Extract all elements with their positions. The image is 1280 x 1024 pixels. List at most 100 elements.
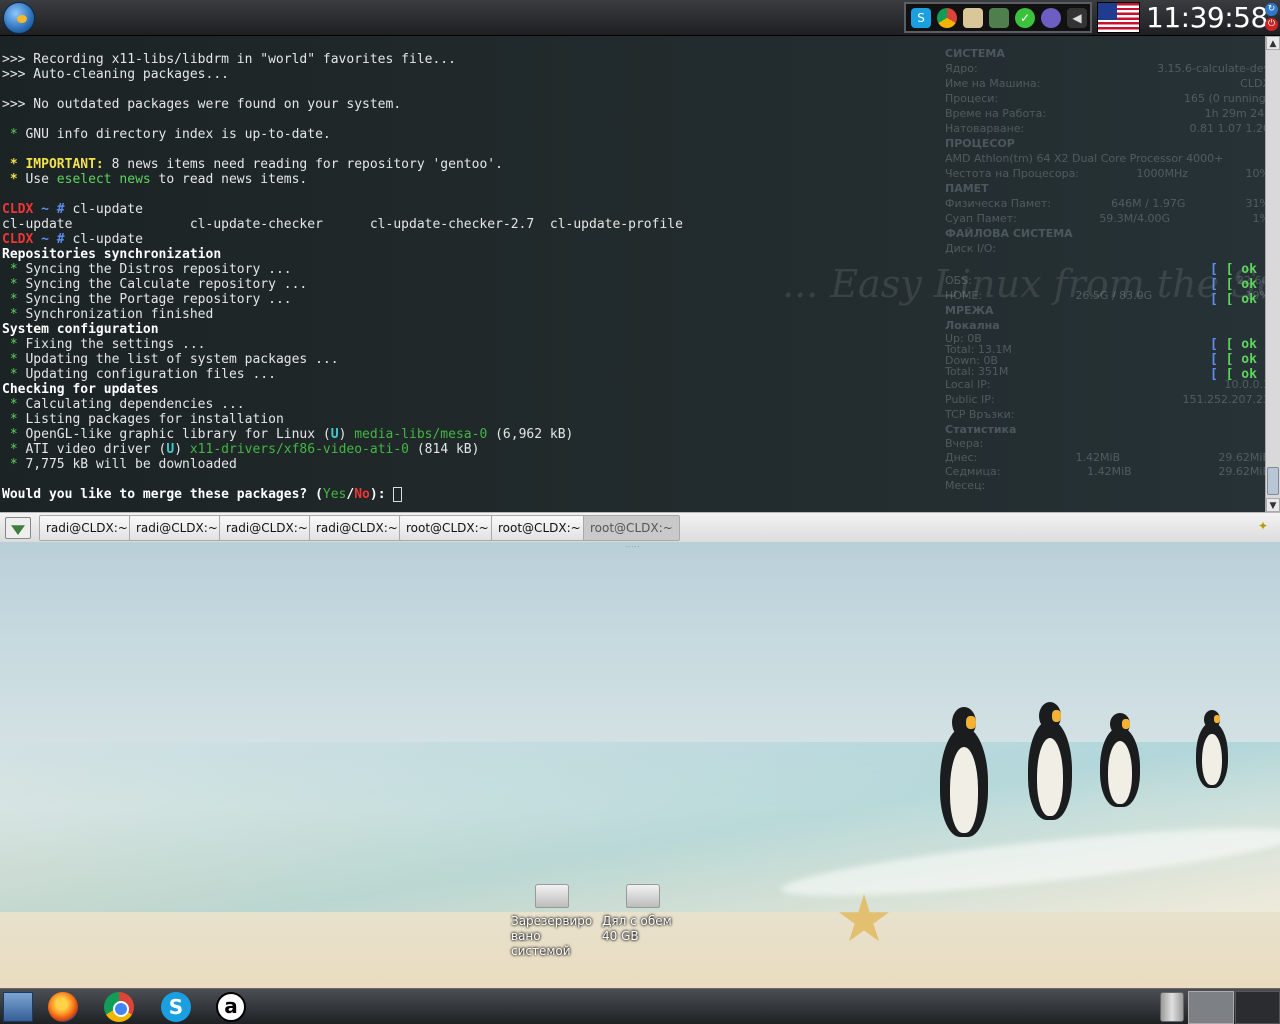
conky-stats-row: Месец: — [945, 479, 986, 492]
network-icon[interactable] — [1041, 7, 1061, 28]
scroll-thumb[interactable] — [1267, 467, 1279, 495]
conky-public-ip: Public IP: 151.252.207.23 — [945, 393, 1270, 406]
terminal-line: * OpenGL-like graphic library for Linux … — [2, 427, 574, 442]
terminal-tab[interactable]: root@CLDX:~ — [399, 515, 496, 541]
new-tab-button[interactable] — [5, 517, 31, 539]
terminal-line: CLDX ~ # cl-update — [2, 202, 143, 217]
terminal-tab[interactable]: root@CLDX:~ — [491, 515, 588, 541]
trash-icon[interactable] — [1160, 992, 1184, 1022]
terminal-line: Checking for updates — [2, 382, 159, 397]
desktop-drive-40gb[interactable]: Дял с обем 40 GB — [602, 884, 690, 944]
terminal-tab[interactable]: root@CLDX:~ — [583, 515, 680, 541]
resize-grip[interactable]: ..... — [626, 542, 654, 549]
us-flag-icon[interactable] — [1097, 2, 1140, 33]
conky-disk-io: Диск I/O: — [945, 242, 997, 255]
drive-icon — [535, 884, 569, 908]
pager-desktop-1[interactable] — [1188, 991, 1234, 1024]
conky-system-header: СИСТЕМА — [945, 47, 1005, 60]
conky-system-row: Име на Машина: CLDX — [945, 77, 1270, 90]
terminal-tab-bar: radi@CLDX:~ radi@CLDX:~ radi@CLDX:~ radi@CL… — [0, 512, 1280, 542]
conky-mem-row: Физическа Памет: 646M / 1.97G 31% — [945, 197, 1270, 210]
scroll-up-icon[interactable]: ▲ — [1266, 36, 1280, 50]
desktop-drive-reserved[interactable]: Зарезервиро вано системой — [511, 884, 599, 959]
pager-desktop-2[interactable] — [1235, 991, 1280, 1024]
terminal-output: >>> Recording x11-libs/libdrm in "world"… — [2, 52, 683, 502]
conky-cpu-header: ПРОЦЕСОР — [945, 137, 1015, 150]
conky-stats-row: Седмица: 1.42MiB 29.62MiB — [945, 465, 1270, 478]
penguin-image — [940, 707, 988, 837]
clipboard-icon[interactable] — [963, 7, 983, 28]
desktop-background[interactable]: Зарезервиро вано системой Дял с обем 40 … — [0, 542, 1280, 988]
terminal-line: * Syncing the Portage repository ... — [2, 292, 292, 307]
refresh-icon[interactable]: ↻ — [1265, 3, 1278, 16]
terminal-line: Repositories synchronization — [2, 247, 222, 262]
drive-label: Дял с обем 40 GB — [602, 914, 672, 943]
close-tab-icon[interactable]: ✦ — [1258, 519, 1272, 533]
conky-stats-row: Вчера: — [945, 437, 984, 450]
new-tab-icon — [11, 525, 25, 535]
system-tray: S ✓ ◀ — [904, 2, 1092, 33]
app-a-icon[interactable]: a — [216, 992, 246, 1022]
terminal-line: System configuration — [2, 322, 159, 337]
desktop-watermark: ... Easy Linux from the Source — [782, 262, 1280, 306]
terminal-tab[interactable]: radi@CLDX:~ — [219, 515, 315, 541]
terminal-line: CLDX ~ # cl-update — [2, 232, 143, 247]
shield-check-icon[interactable]: ✓ — [1015, 7, 1035, 28]
terminal-line: Would you like to merge these packages? … — [2, 487, 683, 502]
terminal-line: * Calculating dependencies ... — [2, 397, 245, 412]
conky-system-row: Време на Работа: 1h 29m 24s — [945, 107, 1270, 120]
penguin-image — [1028, 702, 1072, 820]
skype-icon[interactable]: S — [911, 7, 931, 28]
terminal-line: * 7,775 kB will be downloaded — [2, 457, 237, 472]
terminal-tab[interactable]: radi@CLDX:~ — [129, 515, 225, 541]
terminal-line: * Fixing the settings ... — [2, 337, 206, 352]
terminal-cursor[interactable] — [393, 487, 403, 502]
terminal-line: cl-update cl-update-checker cl-update-ch… — [2, 217, 683, 232]
conky-stats-row: Днес: 1.42MiB 29.62MiB — [945, 451, 1270, 464]
terminal-line: >>> No outdated packages were found on y… — [2, 97, 402, 112]
skype-icon[interactable]: S — [161, 992, 191, 1022]
conky-mem-header: ПАМЕТ — [945, 182, 989, 195]
conky-system-row: Натоварване: 0.81 1.07 1.20 — [945, 122, 1270, 135]
firefox-icon[interactable] — [48, 992, 78, 1022]
drive-label: Зарезервиро вано системой — [511, 914, 593, 958]
panel-controls: ↻ ⏻ — [1264, 1, 1280, 35]
power-icon[interactable]: ⏻ — [1265, 18, 1278, 31]
chrome-icon[interactable] — [937, 7, 957, 28]
download-icon[interactable] — [989, 7, 1009, 28]
app-menu-button[interactable] — [3, 2, 35, 34]
terminal-line: * GNU info directory index is up-to-date… — [2, 127, 331, 142]
terminal-line: * Syncing the Calculate repository ... — [2, 277, 308, 292]
terminal-line: >>> Auto-cleaning packages... — [2, 67, 229, 82]
terminal-line: * IMPORTANT: 8 news items need reading f… — [2, 157, 503, 172]
bottom-panel: S a — [0, 988, 1280, 1024]
conky-cpu-model: AMD Athlon(tm) 64 X2 Dual Core Processor… — [945, 152, 1224, 165]
drive-icon — [626, 884, 660, 908]
conky-fs-header: ФАЙЛОВА СИСТЕМА — [945, 227, 1073, 240]
terminal-tab[interactable]: radi@CLDX:~ — [39, 515, 135, 541]
terminal-line: * Listing packages for installation — [2, 412, 284, 427]
penguin-image — [1100, 712, 1140, 807]
volume-icon[interactable]: ◀ — [1067, 7, 1087, 28]
terminal-line: * Use eselect news to read news items. — [2, 172, 308, 187]
terminal-line: * Updating configuration files ... — [2, 367, 276, 382]
menu-logo-icon — [17, 15, 27, 23]
terminal-scrollbar[interactable]: ▲ ▼ — [1265, 36, 1280, 512]
clock[interactable]: 11:39:58 — [1146, 1, 1268, 35]
terminal-tab[interactable]: radi@CLDX:~ — [309, 515, 405, 541]
terminal-line: * Updating the list of system packages .… — [2, 352, 339, 367]
scroll-down-icon[interactable]: ▼ — [1266, 498, 1280, 512]
conky-system-row: Процеси: 165 (0 running) — [945, 92, 1270, 105]
terminal-line: * ATI video driver (U) x11-drivers/xf86-… — [2, 442, 480, 457]
terminal-window[interactable]: СИСТЕМА Ядро: 3.15.6-calculate-dev Име на … — [0, 36, 1280, 512]
terminal-line: >>> Recording x11-libs/libdrm in "world"… — [2, 52, 456, 67]
chrome-icon[interactable] — [104, 992, 134, 1022]
show-desktop-icon[interactable] — [3, 992, 33, 1022]
terminal-line: * Synchronization finished — [2, 307, 214, 322]
conky-mem-row: Суап Памет: 59.3M/4.00G 1% — [945, 212, 1270, 225]
